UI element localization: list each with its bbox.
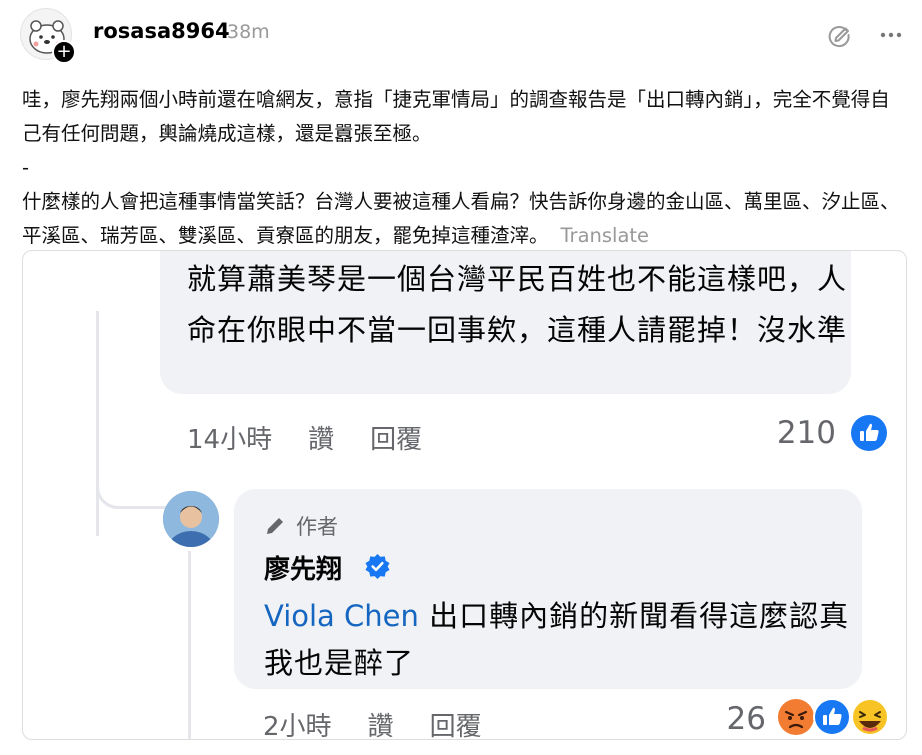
pen-icon: [267, 518, 283, 534]
thread-connector: [96, 456, 169, 509]
like-icon: [813, 698, 851, 736]
follow-button[interactable]: +: [52, 40, 76, 64]
comment-2-reaction-count: 26: [726, 701, 766, 737]
comment-1-reply: 回覆: [370, 425, 423, 455]
author-name: 廖先翔: [264, 555, 343, 585]
comment-bubble-1: 就算蕭美琴是一個台灣平民百姓也不能這樣吧，人命在你眼中不當一回事欸，這種人請罷掉…: [160, 251, 851, 394]
author-tag: 作者: [264, 511, 338, 541]
reactions-group: [778, 698, 889, 736]
post-separator: -: [22, 156, 30, 179]
verified-icon: [365, 553, 390, 580]
post-timestamp: 38m: [227, 21, 270, 43]
embedded-screenshot[interactable]: 就算蕭美琴是一個台灣平民百姓也不能這樣吧，人命在你眼中不當一回事欸，這種人請罷掉…: [22, 250, 907, 740]
comment-1-time: 14小時: [187, 425, 273, 455]
comment-1-text: 就算蕭美琴是一個台灣平民百姓也不能這樣吧，人命在你眼中不當一回事欸，這種人請罷掉…: [187, 262, 848, 347]
comment-1-reaction-count: 210: [776, 415, 836, 451]
comment-1-like: 讚: [308, 425, 335, 455]
comment-2-like: 讚: [367, 712, 394, 740]
post-paragraph-1: 哇，廖先翔兩個小時前還在嗆網友，意指「捷克軍情局」的調查報告是「出口轉內銷」，完…: [22, 88, 890, 145]
comment-2-reply: 回覆: [429, 712, 482, 740]
post-body: 哇，廖先翔兩個小時前還在嗆網友，意指「捷克軍情局」的調查報告是「出口轉內銷」，完…: [22, 83, 902, 253]
author-tag-label: 作者: [296, 515, 338, 539]
profile-avatar[interactable]: +: [20, 8, 76, 64]
comment-1-actions: 14小時 讚 回覆: [187, 419, 458, 456]
comment-bubble-2: 作者 廖先翔 Viola Chen 出口轉內銷的新聞看得這麼認真我也是醉了: [234, 489, 862, 689]
mention-link[interactable]: Viola Chen: [264, 599, 419, 633]
laugh-icon: [851, 698, 889, 736]
thread-line: [96, 311, 99, 536]
thread-line-reply: [188, 551, 191, 739]
edit-icon[interactable]: [826, 22, 852, 48]
comment-2-text: Viola Chen 出口轉內銷的新聞看得這麼認真我也是醉了: [264, 593, 854, 687]
translate-button[interactable]: Translate: [561, 224, 650, 247]
author-avatar: [163, 491, 219, 547]
more-icon[interactable]: [878, 22, 904, 48]
post-paragraph-2-text: 什麼樣的人會把這種事情當笑話？台灣人要被這種人看扁？快告訴你身邊的金山區、萬里區…: [22, 190, 900, 247]
comment-2-actions: 2小時 讚 回覆: [263, 706, 518, 740]
angry-icon: [778, 699, 814, 735]
like-icon: [851, 415, 887, 451]
comment-2-time: 2小時: [263, 712, 332, 740]
post-paragraph-2: 什麼樣的人會把這種事情當笑話？台灣人要被這種人看扁？快告訴你身邊的金山區、萬里區…: [22, 185, 902, 253]
username[interactable]: rosasa8964: [93, 19, 230, 43]
